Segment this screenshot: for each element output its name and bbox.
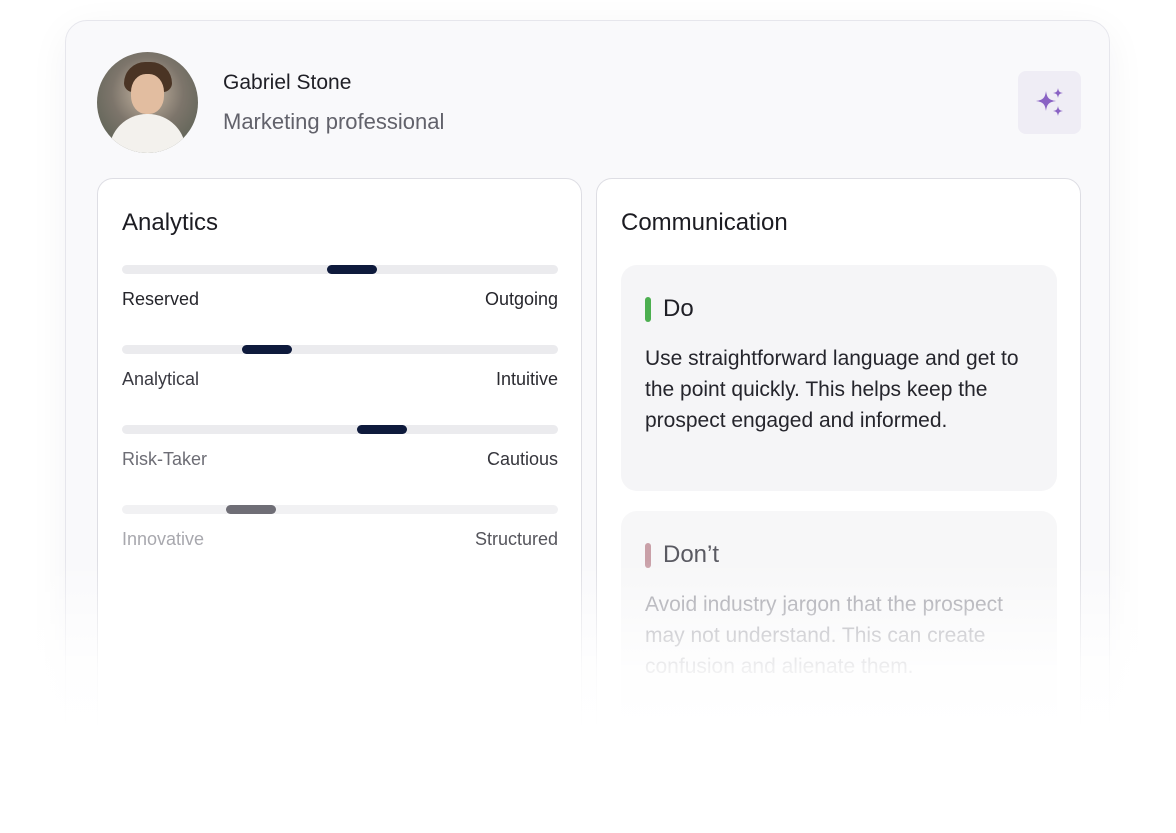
user-name: Gabriel Stone [223,71,352,94]
trait-analytical-intuitive: Analytical Intuitive [122,345,558,405]
dont-text: Avoid industry jargon that the prospect … [645,593,1003,678]
do-tip-card: Do Use straightforward language and get … [621,265,1057,491]
trait-slider-knob [357,425,407,434]
trait-right-label: Cautious [486,449,558,469]
sparkles-icon [1035,87,1063,116]
trait-left-label: Risk-Taker [122,449,208,469]
analytics-panel: Analytics Reserved Outgoing Analytical I… [97,178,582,798]
do-text: Use straightforward language and get to … [645,347,1019,432]
trait-right-label: Intuitive [495,369,558,389]
trait-left-label: Analytical [122,369,200,389]
trait-right-label: Structured [474,529,558,549]
avatar [97,52,198,153]
trait-slider-knob [327,265,377,274]
dont-heading: Don’t [663,541,720,568]
do-accent-bar [645,296,651,322]
trait-slider-track [122,425,558,434]
trait-right-label: Outgoing [484,289,558,309]
trait-slider-track [122,345,558,354]
dont-accent-bar [645,542,651,568]
trait-left-label: Innovative [122,529,205,549]
trait-slider-track [122,265,558,274]
communication-panel: Communication Do Use straightforward lan… [596,178,1081,798]
trait-slider-knob [242,345,292,354]
trait-reserved-outgoing: Reserved Outgoing [122,265,558,325]
communication-title: Communication [621,209,788,236]
ai-sparkle-button[interactable] [1018,71,1081,134]
trait-innovative-structured: Innovative Structured [122,505,558,565]
analytics-title: Analytics [122,209,219,236]
trait-slider-track [122,505,558,514]
trait-risktaker-cautious: Risk-Taker Cautious [122,425,558,485]
do-heading: Do [663,295,694,322]
user-role: Marketing professional [223,109,445,134]
trait-left-label: Reserved [122,289,200,309]
profile-card: Gabriel Stone Marketing professional Ana… [65,20,1110,798]
trait-slider-knob [226,505,276,514]
dont-tip-card: Don’t Avoid industry jargon that the pro… [621,511,1057,741]
